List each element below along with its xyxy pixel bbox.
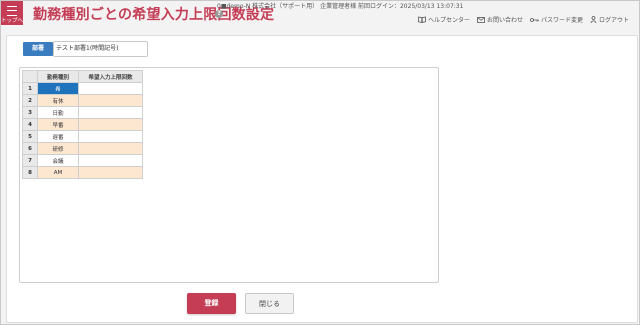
work-type-cell[interactable]: 遅番 xyxy=(37,130,79,143)
top-links: ヘルプセンター お問い合わせ パスワード変更 ログアウト xyxy=(418,15,629,24)
limit-table: 勤務種別 希望入力上限回数 1 希 2 有休 3 日勤 4 早番 5 遅番 6 … xyxy=(22,70,143,179)
row-number: 6 xyxy=(22,142,38,155)
logout-link[interactable]: ログアウト xyxy=(590,15,629,24)
password-change-label: パスワード変更 xyxy=(540,17,583,24)
table-row: 3 日勤 xyxy=(22,106,143,119)
limit-input-cell[interactable] xyxy=(78,106,143,119)
register-button[interactable]: 登録 xyxy=(187,293,236,314)
table-row: 4 早番 xyxy=(22,118,143,131)
row-number: 2 xyxy=(22,94,38,107)
help-center-link[interactable]: ヘルプセンター xyxy=(418,15,470,24)
limit-table-area: 勤務種別 希望入力上限回数 1 希 2 有休 3 日勤 4 早番 5 遅番 6 … xyxy=(19,67,439,283)
menu-button[interactable]: トップへ xyxy=(1,1,23,25)
help-icon[interactable]: ? xyxy=(215,10,223,18)
work-type-cell[interactable]: AM xyxy=(37,166,79,179)
table-row: 7 会議 xyxy=(22,154,143,167)
limit-input-cell[interactable] xyxy=(78,82,143,95)
row-number: 7 xyxy=(22,154,38,167)
table-row: 2 有休 xyxy=(22,94,143,107)
app-window: トップへ 勤務種別ごとの希望入力上限回数設定 0■demo-N 株式会社（サポー… xyxy=(0,0,640,325)
row-number: 5 xyxy=(22,130,38,143)
row-number: 1 xyxy=(22,82,38,95)
row-number: 3 xyxy=(22,106,38,119)
account-info: 0■demo-N 株式会社（サポート用） 企業管理者様 前回ログイン：2025/… xyxy=(217,3,464,10)
column-header-type: 勤務種別 xyxy=(37,70,79,83)
limit-input-cell[interactable] xyxy=(78,142,143,155)
hamburger-icon xyxy=(7,6,17,16)
limit-input-cell[interactable] xyxy=(78,130,143,143)
work-type-cell[interactable]: 日勤 xyxy=(37,106,79,119)
limit-input-cell[interactable] xyxy=(78,154,143,167)
table-row: 6 研修 xyxy=(22,142,143,155)
limit-input-cell[interactable] xyxy=(78,166,143,179)
department-tag: 部署 xyxy=(23,42,53,56)
logout-label: ログアウト xyxy=(598,17,629,24)
limit-input-cell[interactable] xyxy=(78,94,143,107)
table-corner xyxy=(22,70,38,83)
key-icon xyxy=(530,17,539,22)
work-type-cell[interactable]: 希 xyxy=(37,82,79,95)
table-row: 1 希 xyxy=(22,82,143,95)
contact-link[interactable]: お問い合わせ xyxy=(477,15,523,24)
row-number: 4 xyxy=(22,118,38,131)
limit-input-cell[interactable] xyxy=(78,118,143,131)
department-field[interactable]: テスト部署1(時間記号) xyxy=(53,41,148,57)
main-panel: 部署 テスト部署1(時間記号) 勤務種別 希望入力上限回数 1 希 2 有休 3… xyxy=(6,35,638,323)
table-row: 8 AM xyxy=(22,166,143,179)
book-icon xyxy=(418,16,426,23)
work-type-cell[interactable]: 早番 xyxy=(37,118,79,131)
close-button[interactable]: 閉じる xyxy=(245,293,294,314)
person-icon xyxy=(590,16,597,23)
help-center-label: ヘルプセンター xyxy=(427,17,470,24)
work-type-cell[interactable]: 会議 xyxy=(37,154,79,167)
work-type-cell[interactable]: 研修 xyxy=(37,142,79,155)
password-change-link[interactable]: パスワード変更 xyxy=(530,15,583,24)
table-row: 5 遅番 xyxy=(22,130,143,143)
column-header-limit: 希望入力上限回数 xyxy=(78,70,143,83)
row-number: 8 xyxy=(22,166,38,179)
work-type-cell[interactable]: 有休 xyxy=(37,94,79,107)
contact-label: お問い合わせ xyxy=(486,17,523,24)
mail-icon xyxy=(477,16,485,23)
menu-label: トップへ xyxy=(1,18,24,24)
